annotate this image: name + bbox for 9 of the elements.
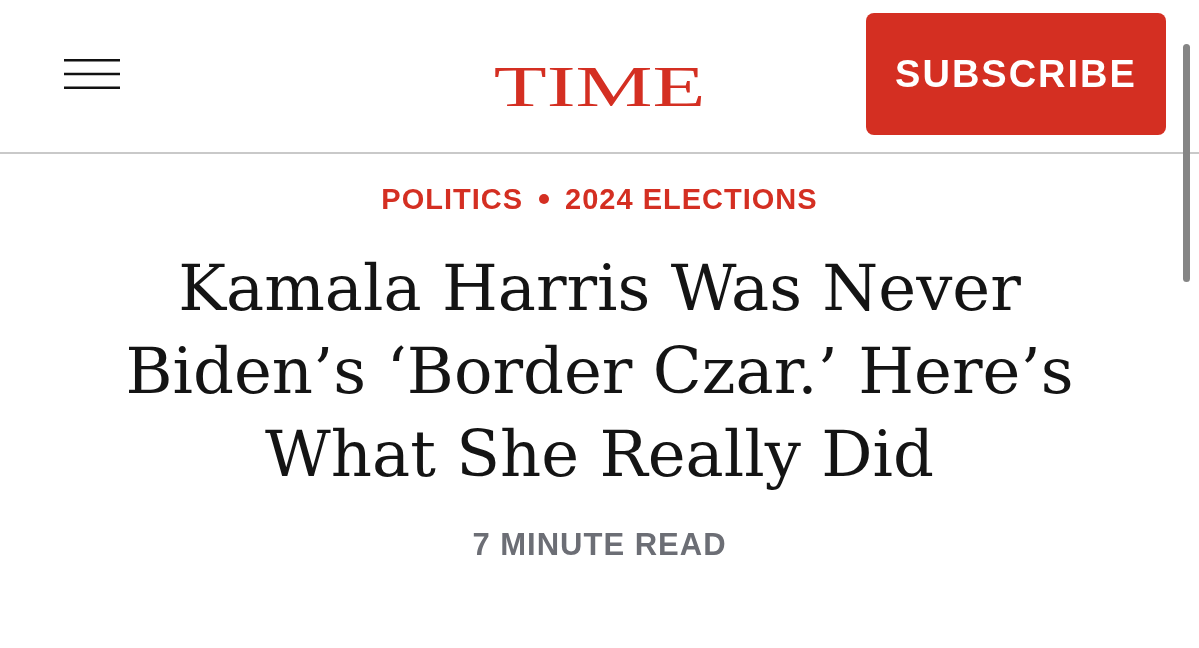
- bullet-icon: [539, 194, 550, 204]
- scrollbar-thumb[interactable]: [1183, 44, 1190, 282]
- menu-icon[interactable]: [64, 59, 120, 89]
- category-link[interactable]: 2024 ELECTIONS: [565, 181, 818, 217]
- read-time: 7 MINUTE READ: [472, 526, 727, 564]
- subscribe-button[interactable]: SUBSCRIBE: [866, 13, 1166, 135]
- category-link[interactable]: POLITICS: [381, 181, 524, 217]
- site-logo[interactable]: TIME: [493, 58, 706, 115]
- article-headline: Kamala Harris Was Never Biden’s ‘Border Czar.’ Here’s What She Really Did: [124, 250, 1075, 493]
